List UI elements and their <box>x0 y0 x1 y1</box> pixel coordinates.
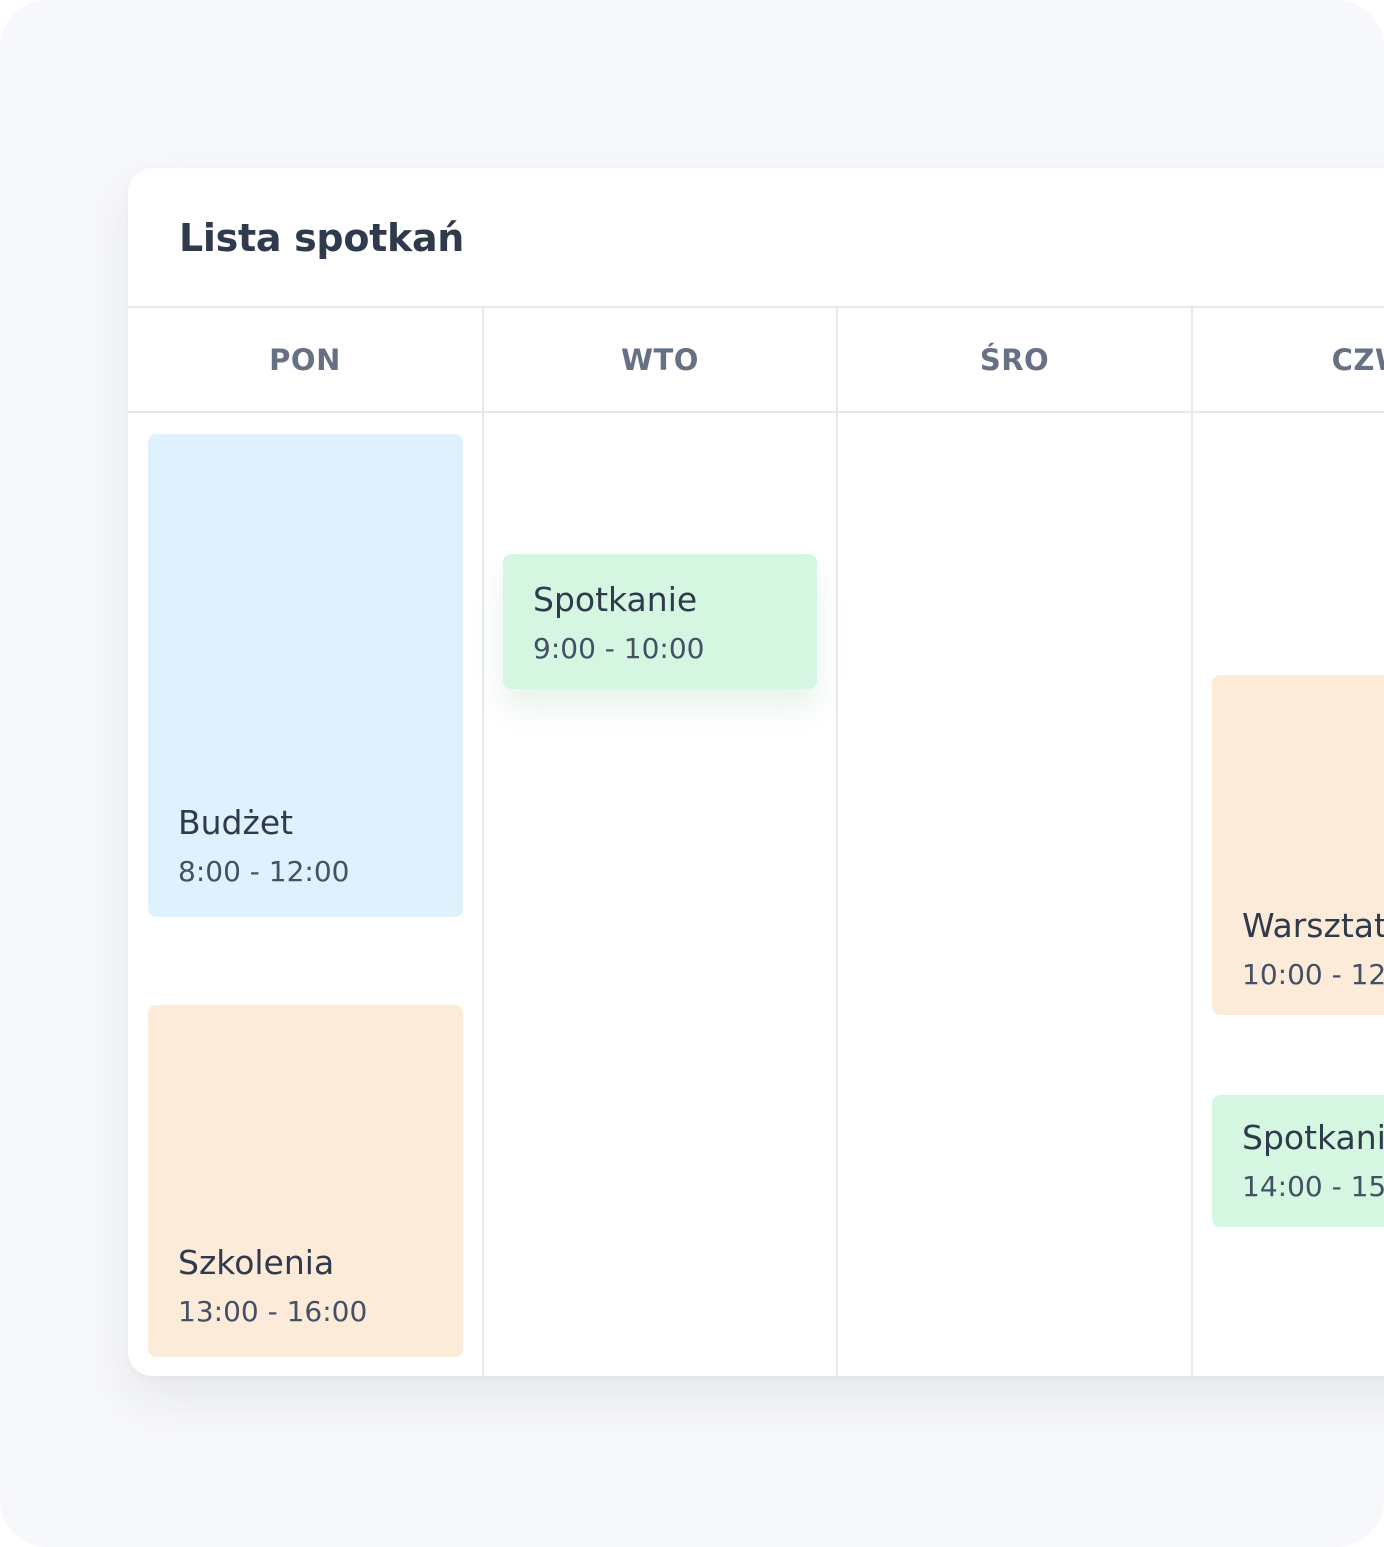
event-title: Szkolenia <box>178 1243 335 1282</box>
day-header-divider <box>128 411 1384 413</box>
event-warsztaty[interactable]: Warsztaty 10:00 - 12:00 <box>1212 675 1384 1015</box>
card-title: Lista spotkań <box>179 216 465 260</box>
event-title: Spotkanie <box>533 580 698 619</box>
event-time: 13:00 - 16:00 <box>178 1295 368 1328</box>
event-time: 8:00 - 12:00 <box>178 855 350 888</box>
column-divider <box>482 307 484 1376</box>
event-title: Budżet <box>178 803 294 842</box>
meetings-card: Lista spotkań PON WTO ŚRO CZW Budżet 8:0… <box>128 168 1384 1376</box>
event-title: Spotkanie <box>1242 1118 1384 1157</box>
event-budzet[interactable]: Budżet 8:00 - 12:00 <box>148 434 463 917</box>
column-divider <box>1191 307 1193 1376</box>
page-background: Lista spotkań PON WTO ŚRO CZW Budżet 8:0… <box>0 0 1384 1547</box>
event-time: 9:00 - 10:00 <box>533 632 705 665</box>
day-header-czw: CZW <box>1331 342 1384 377</box>
event-spotkanie-czw[interactable]: Spotkanie 14:00 - 15:00 <box>1212 1095 1384 1227</box>
event-szkolenia[interactable]: Szkolenia 13:00 - 16:00 <box>148 1005 463 1357</box>
day-header-wto: WTO <box>621 342 699 377</box>
day-header-pon: PON <box>269 342 341 377</box>
day-header-sro: ŚRO <box>979 342 1050 377</box>
event-time: 10:00 - 12:00 <box>1242 958 1384 991</box>
event-time: 14:00 - 15:00 <box>1242 1170 1384 1203</box>
column-divider <box>836 307 838 1376</box>
event-spotkanie-wto[interactable]: Spotkanie 9:00 - 10:00 <box>503 554 817 689</box>
event-title: Warsztaty <box>1242 906 1384 945</box>
